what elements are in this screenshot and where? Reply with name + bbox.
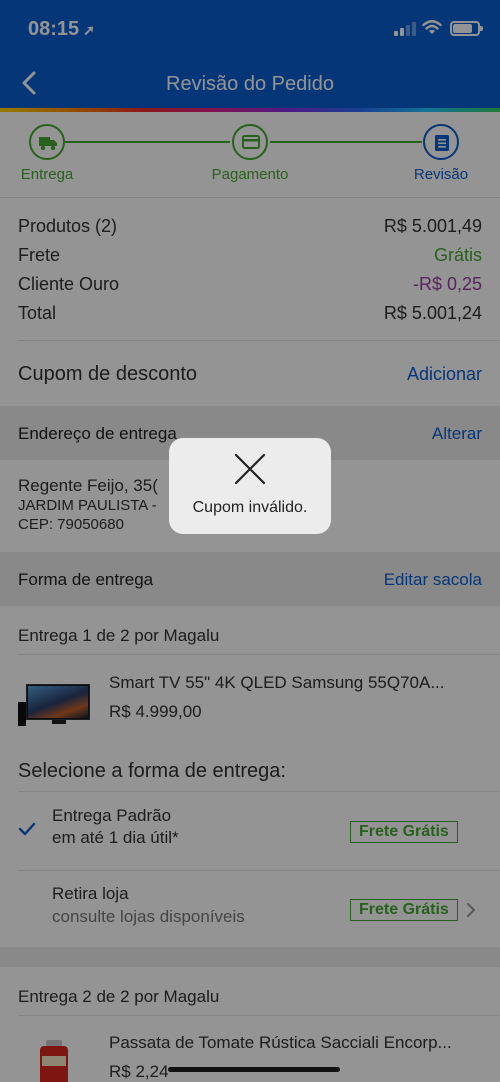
toast-message: Cupom inválido. — [192, 499, 308, 516]
home-indicator[interactable] — [168, 1067, 340, 1072]
modal-overlay — [0, 112, 500, 1082]
modal-overlay-top — [0, 0, 500, 112]
error-toast: Cupom inválido. — [169, 438, 331, 534]
close-x-icon — [234, 453, 266, 485]
